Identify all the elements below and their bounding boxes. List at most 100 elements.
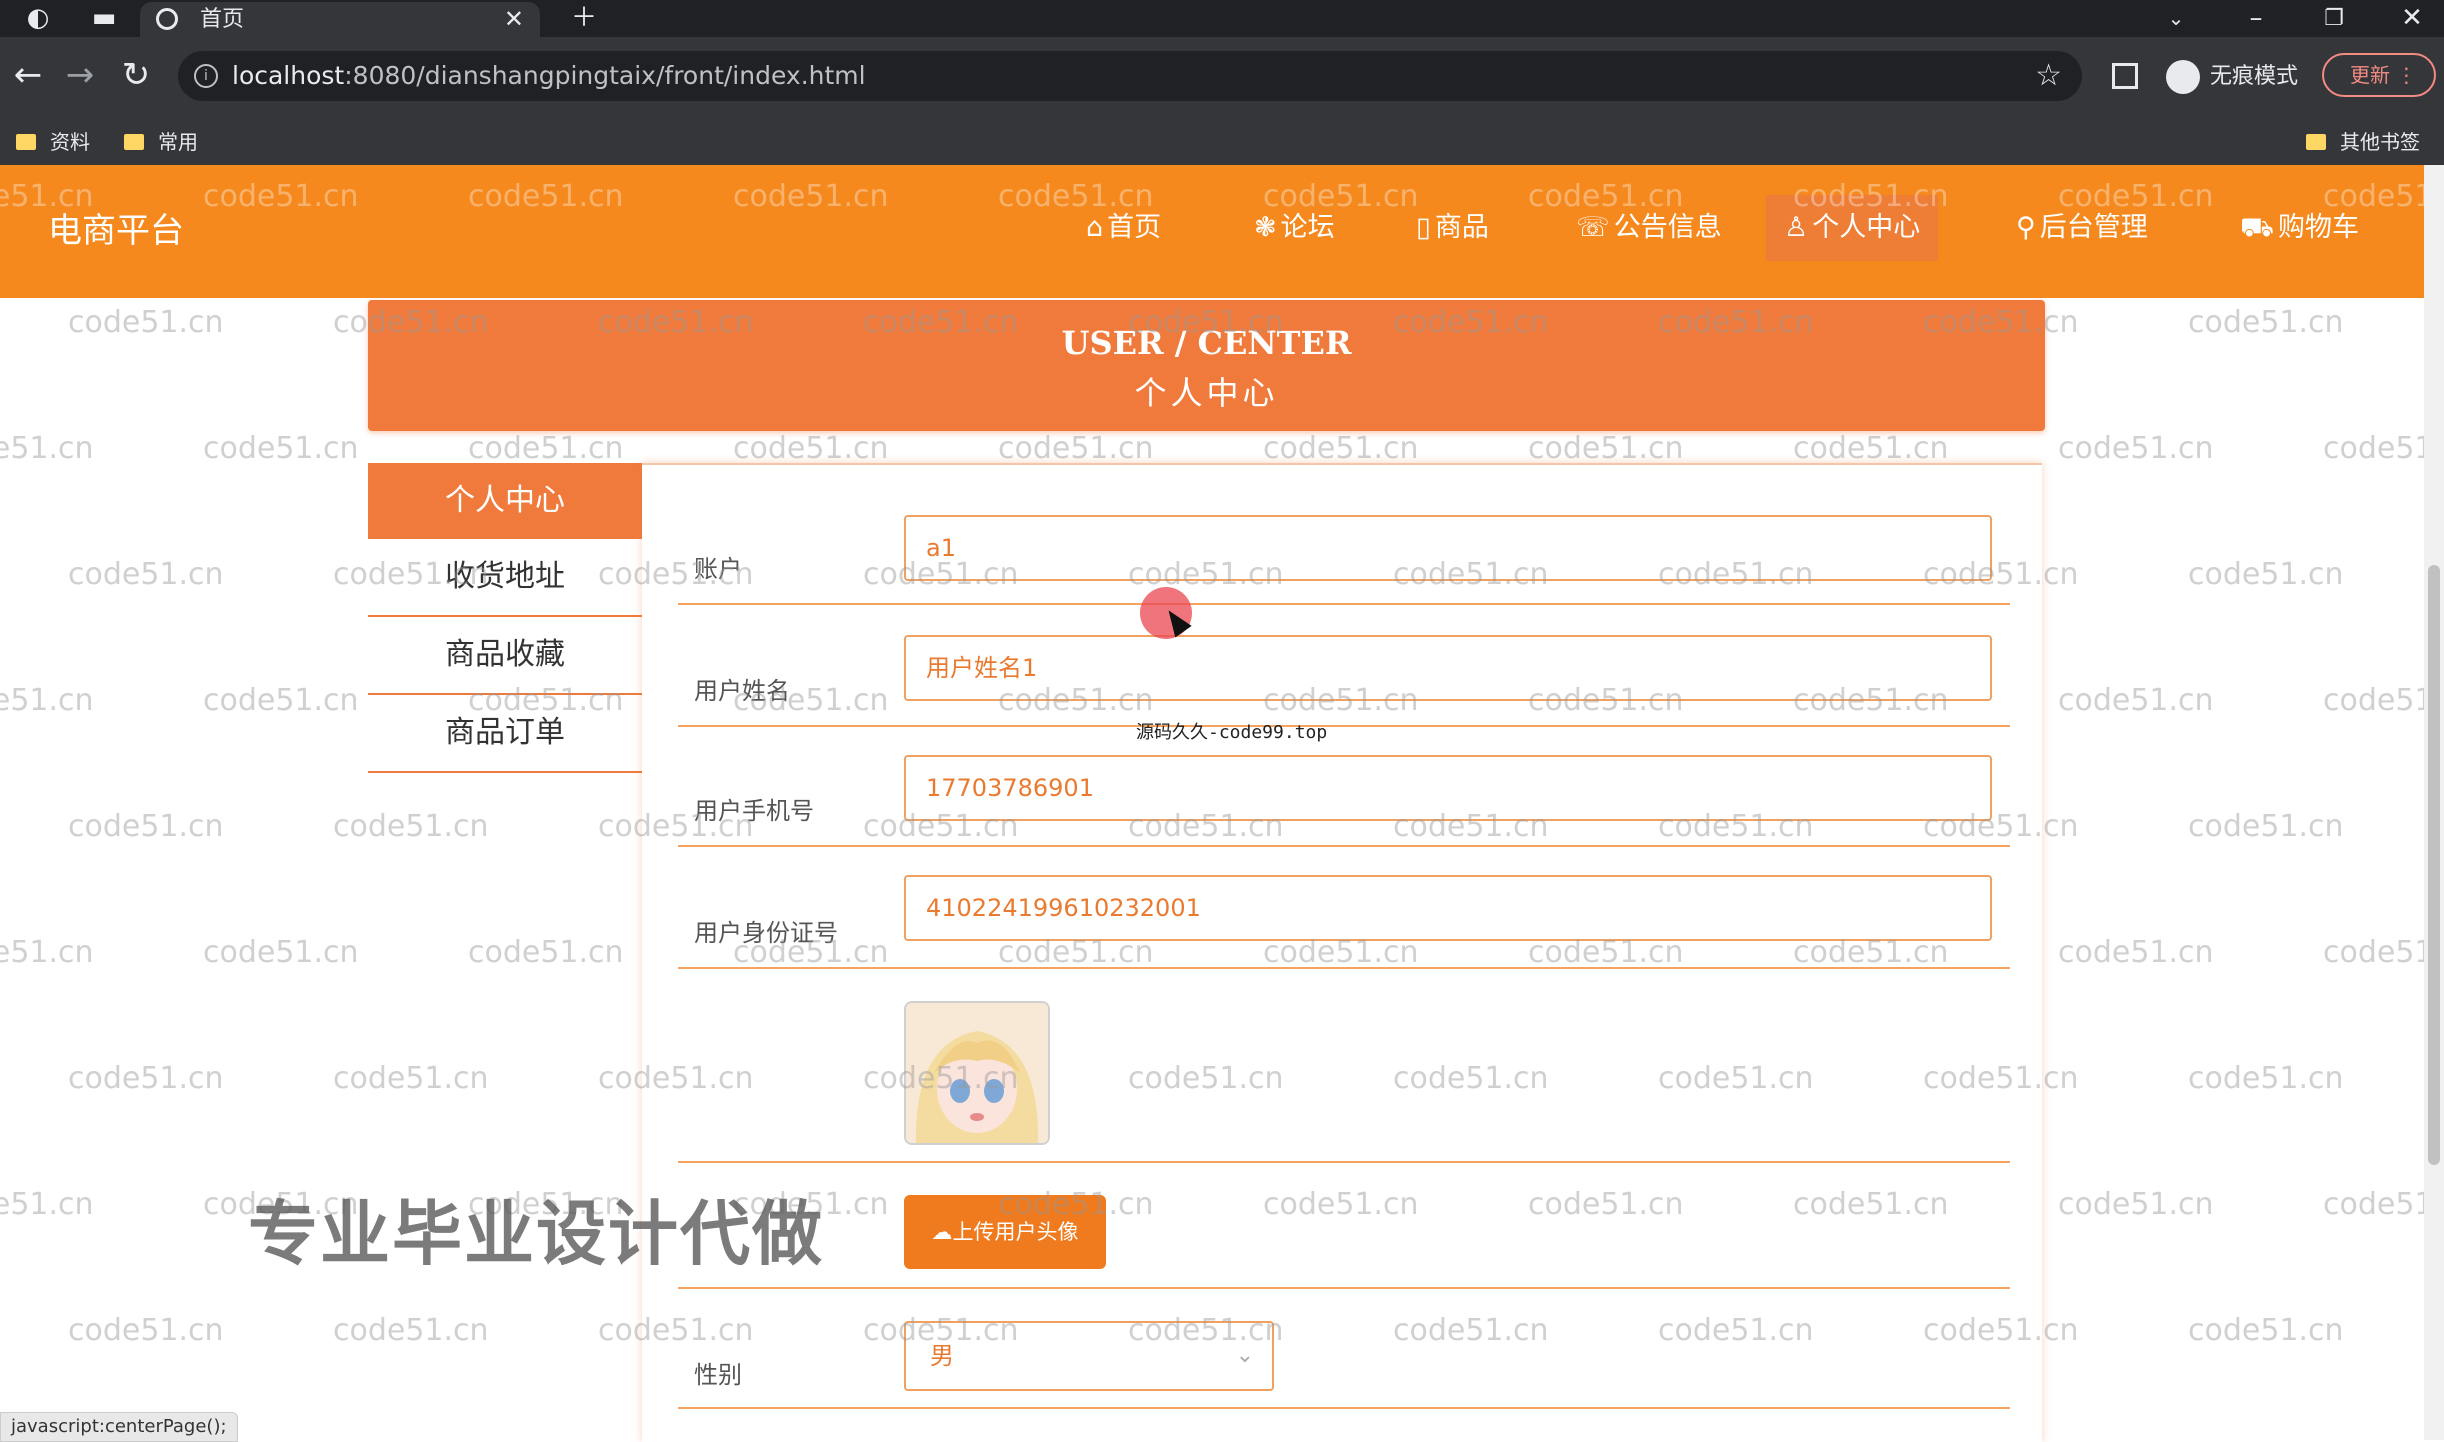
watermark-text: code51.cn	[468, 935, 624, 970]
browser-tab[interactable]: 首页 ✕	[140, 2, 540, 37]
folder-icon	[124, 133, 144, 150]
watermark-text: code51.cn	[68, 809, 224, 844]
site-brand[interactable]: 电商平台	[48, 165, 184, 298]
watermark-text: code51.cn	[0, 935, 94, 970]
bookmark-folder[interactable]: 常用	[124, 119, 198, 165]
gender-value: 男	[930, 1342, 954, 1370]
watermark-text: code51.cn	[0, 1187, 94, 1222]
tab-search-icon[interactable]: ▬	[84, 0, 124, 37]
incognito-indicator[interactable]: 无痕模式	[2166, 57, 2298, 97]
watermark-text: code51.cn	[203, 683, 359, 718]
watermark-text: code51.cn	[2323, 935, 2424, 970]
url-host: localhost	[232, 61, 345, 90]
field-label: 账户	[694, 555, 742, 583]
new-tab-icon[interactable]: ＋	[564, 0, 604, 37]
field-label: 用户手机号	[694, 797, 814, 825]
watermark-text: code51.cn	[333, 1313, 489, 1348]
watermark-text: code51.cn	[468, 431, 624, 466]
watermark-text: code51.cn	[998, 431, 1154, 466]
window-close-icon[interactable]: ✕	[2392, 0, 2432, 37]
restore-icon[interactable]: ❐	[2314, 0, 2354, 37]
tab-title: 首页	[200, 7, 245, 32]
nav-cart[interactable]: ⛟ 购物车	[2222, 195, 2377, 261]
forum-icon: ❃	[1254, 212, 1277, 243]
page-scrollbar[interactable]	[2424, 165, 2444, 1440]
nav-label: 论坛	[1280, 212, 1335, 243]
menu-orders[interactable]: 商品订单	[368, 695, 642, 773]
other-bookmarks-label: 其他书签	[2340, 130, 2420, 154]
nav-announcements[interactable]: ☏ 公告信息	[1558, 195, 1740, 261]
cloud-upload-icon: ☁	[931, 1220, 953, 1244]
nav-label: 个人中心	[1812, 212, 1921, 243]
watermark-text: code51.cn	[2188, 1061, 2344, 1096]
name-input[interactable]: 用户姓名1	[904, 635, 1992, 701]
cart-icon: ⛟	[2240, 212, 2274, 243]
profile-form: 账户 a1 用户姓名 用户姓名1 用户手机号 17703786901 用户身份证…	[642, 463, 2042, 1442]
nav-admin[interactable]: ⚲ 后台管理	[1998, 195, 2166, 261]
bookmark-folder[interactable]: 资料	[16, 119, 90, 165]
url-text: localhost:8080/dianshangpingtaix/front/i…	[232, 51, 866, 101]
watermark-text: code51.cn	[2323, 683, 2424, 718]
form-row-avatar	[678, 967, 2010, 1163]
upload-avatar-button[interactable]: ☁上传用户头像	[904, 1195, 1106, 1269]
upload-avatar-label: 上传用户头像	[952, 1220, 1079, 1244]
scrollbar-thumb[interactable]	[2428, 565, 2440, 1165]
nav-products[interactable]: ▯ 商品	[1398, 195, 1507, 261]
bookmark-star-icon[interactable]: ☆	[2035, 51, 2062, 101]
tab-list-chevron-icon[interactable]: ⌄	[2156, 0, 2196, 37]
page-banner: USER / CENTER 个人中心	[368, 300, 2045, 431]
browser-tab-strip: ◐ ▬ 首页 ✕ ＋ ⌄ – ❐ ✕	[0, 0, 2444, 37]
menu-user-center[interactable]: 个人中心	[368, 463, 642, 539]
id-number-input[interactable]: 410224199610232001	[904, 875, 1992, 941]
bookmark-folder-label: 常用	[158, 130, 198, 154]
incognito-label: 无痕模式	[2210, 64, 2299, 89]
field-label: 用户身份证号	[694, 919, 838, 947]
bookmark-folder-label: 资料	[50, 130, 90, 154]
watermark-text: code51.cn	[333, 1061, 489, 1096]
watermark-text: code51.cn	[0, 431, 94, 466]
update-label: 更新	[2350, 63, 2390, 87]
forward-icon[interactable]: →	[58, 55, 102, 95]
menu-favorites[interactable]: 商品收藏	[368, 617, 642, 695]
menu-shipping-address[interactable]: 收货地址	[368, 539, 642, 617]
back-icon[interactable]: ←	[6, 55, 50, 95]
browser-menu-icon[interactable]: ◐	[18, 0, 58, 37]
gender-select[interactable]: 男 ⌄	[904, 1321, 1274, 1391]
site-info-icon[interactable]: i	[194, 64, 218, 88]
url-input[interactable]: i localhost:8080/dianshangpingtaix/front…	[178, 51, 2082, 101]
nav-home[interactable]: ⌂ 首页	[1068, 195, 1179, 261]
watermark-text: code51.cn	[2058, 683, 2214, 718]
promo-overlay-text: 专业毕业设计代做	[248, 1193, 824, 1275]
form-row-upload	[678, 1161, 2010, 1289]
account-input[interactable]: a1	[904, 515, 1992, 581]
banner-title-en: USER / CENTER	[1061, 324, 1352, 362]
home-icon: ⌂	[1086, 212, 1104, 243]
nav-user-center[interactable]: ♙ 个人中心	[1766, 195, 1939, 261]
user-side-menu: 个人中心 收货地址 商品收藏 商品订单	[368, 463, 642, 773]
minimize-icon[interactable]: –	[2236, 0, 2276, 37]
nav-forum[interactable]: ❃ 论坛	[1236, 195, 1353, 261]
nav-label: 首页	[1107, 212, 1162, 243]
watermark-text: code51.cn	[2188, 1313, 2344, 1348]
folder-icon	[2306, 133, 2326, 150]
watermark-text: code51.cn	[68, 557, 224, 592]
watermark-text: code51.cn	[1793, 431, 1949, 466]
phone-input[interactable]: 17703786901	[904, 755, 1992, 821]
watermark-text: code51.cn	[2058, 431, 2214, 466]
url-path: :8080/dianshangpingtaix/front/index.html	[344, 61, 866, 90]
watermark-text: code51.cn	[2188, 809, 2344, 844]
watermark-text: code51.cn	[203, 431, 359, 466]
tab-close-icon[interactable]: ✕	[504, 2, 524, 37]
status-bar: javascript:centerPage();	[0, 1412, 238, 1442]
other-bookmarks[interactable]: 其他书签	[2306, 119, 2420, 165]
nav-label: 后台管理	[2039, 212, 2148, 243]
form-row-gender: 性别	[678, 1287, 2010, 1409]
form-row-name: 用户姓名 用户姓名1	[678, 603, 2010, 727]
link-icon: ⚲	[2016, 212, 2036, 243]
side-panel-icon[interactable]	[2112, 63, 2138, 89]
update-button[interactable]: 更新 ⋮	[2322, 53, 2436, 97]
form-row-phone: 用户手机号 17703786901	[678, 725, 2010, 847]
form-row-account: 账户 a1	[678, 515, 2010, 605]
reload-icon[interactable]: ↻	[114, 55, 158, 95]
bookmarks-bar: 资料 常用 其他书签	[0, 119, 2444, 165]
